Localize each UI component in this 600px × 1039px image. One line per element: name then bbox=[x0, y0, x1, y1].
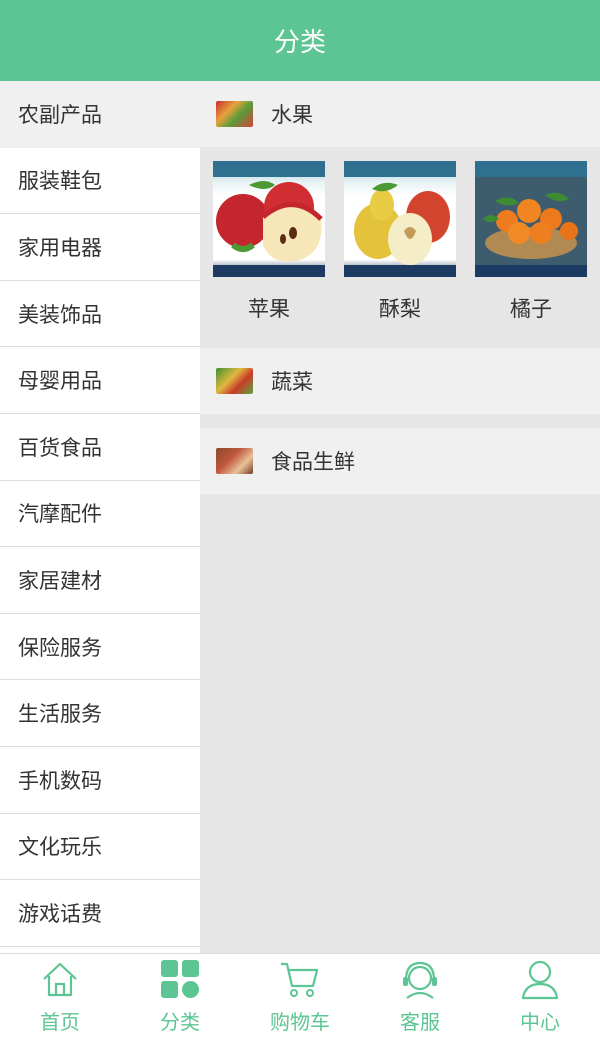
orange-image bbox=[475, 161, 587, 277]
tab-label: 客服 bbox=[400, 1010, 440, 1034]
pear-image bbox=[344, 161, 456, 277]
sidebar-item-label: 生活服务 bbox=[18, 702, 102, 727]
product-card-pear[interactable]: 酥梨 bbox=[344, 161, 456, 323]
home-icon bbox=[43, 962, 77, 997]
sidebar-item-baby[interactable]: 母婴用品 bbox=[0, 347, 200, 414]
tab-home[interactable]: 首页 bbox=[0, 954, 120, 1039]
top-header: 分类 bbox=[0, 0, 600, 81]
category-label: 水果 bbox=[271, 103, 313, 127]
category-label: 蔬菜 bbox=[271, 370, 313, 394]
sidebar-item-groceries[interactable]: 百货食品 bbox=[0, 413, 200, 481]
category-label: 食品生鲜 bbox=[271, 450, 355, 474]
sidebar-item-agricultural[interactable]: 农副产品 bbox=[0, 81, 200, 148]
page-title: 分类 bbox=[273, 28, 326, 58]
sidebar-item-label: 美装饰品 bbox=[18, 302, 102, 327]
apple-image bbox=[213, 161, 325, 277]
tab-label: 中心 bbox=[520, 1010, 560, 1034]
product-grid: 苹果 酥梨 橘子 bbox=[200, 147, 600, 348]
sidebar-item-label: 文化玩乐 bbox=[18, 835, 102, 860]
category-content: 水果 苹果 酥梨 橘子 蔬菜 食品生鲜 bbox=[200, 81, 600, 953]
sidebar-item-label: 家居建材 bbox=[18, 568, 102, 593]
tab-customer-service[interactable]: 客服 bbox=[360, 954, 480, 1039]
sidebar-item-appliances[interactable]: 家用电器 bbox=[0, 214, 200, 281]
sidebar-item-label: 母婴用品 bbox=[18, 369, 102, 394]
sidebar-item-auto-parts[interactable]: 汽摩配件 bbox=[0, 480, 200, 548]
sidebar-item-insurance[interactable]: 保险服务 bbox=[0, 613, 200, 681]
product-card-apple[interactable]: 苹果 bbox=[213, 161, 325, 323]
category-row-vegetable[interactable]: 蔬菜 bbox=[200, 348, 600, 414]
sidebar-item-label: 手机数码 bbox=[18, 768, 102, 793]
sidebar-item-game-topup[interactable]: 游戏话费 bbox=[0, 880, 200, 947]
sidebar-item-label: 农副产品 bbox=[18, 103, 102, 128]
tab-label: 购物车 bbox=[270, 1010, 330, 1034]
sidebar-item-digital[interactable]: 手机数码 bbox=[0, 746, 200, 814]
product-card-orange[interactable]: 橘子 bbox=[475, 161, 587, 323]
tab-user-center[interactable]: 中心 bbox=[480, 954, 600, 1039]
sidebar-item-label: 服装鞋包 bbox=[18, 169, 102, 194]
product-label: 橘子 bbox=[510, 297, 552, 321]
tab-label: 分类 bbox=[160, 1010, 200, 1034]
category-divider bbox=[200, 414, 600, 428]
user-icon bbox=[521, 960, 559, 1000]
product-label: 酥梨 bbox=[379, 297, 421, 321]
sidebar-item-label: 保险服务 bbox=[18, 635, 102, 660]
sidebar-item-label: 游戏话费 bbox=[18, 901, 102, 926]
sidebar-item-entertainment[interactable]: 文化玩乐 bbox=[0, 813, 200, 881]
tab-cart[interactable]: 购物车 bbox=[240, 954, 360, 1039]
tab-category[interactable]: 分类 bbox=[120, 954, 240, 1039]
sidebar-item-label: 家用电器 bbox=[18, 235, 102, 260]
sidebar-item-label: 汽摩配件 bbox=[18, 502, 102, 527]
bottom-tabbar: 首页 分类 购物车 客服 中心 bbox=[0, 953, 600, 1039]
category-row-fruit[interactable]: 水果 bbox=[200, 81, 600, 147]
product-label: 苹果 bbox=[248, 297, 290, 321]
cart-icon bbox=[281, 962, 319, 997]
sidebar-item-apparel[interactable]: 服装鞋包 bbox=[0, 147, 200, 215]
tab-label: 首页 bbox=[40, 1010, 80, 1034]
sidebar-item-life-services[interactable]: 生活服务 bbox=[0, 680, 200, 747]
category-row-fresh-food[interactable]: 食品生鲜 bbox=[200, 428, 600, 494]
vegetable-thumbnail bbox=[216, 368, 253, 394]
customer-service-icon bbox=[403, 961, 437, 999]
fresh-food-thumbnail bbox=[216, 448, 253, 474]
category-icon bbox=[161, 960, 199, 998]
sidebar-item-label: 百货食品 bbox=[18, 435, 102, 460]
fruit-thumbnail bbox=[216, 101, 253, 127]
sidebar-item-beauty[interactable]: 美装饰品 bbox=[0, 280, 200, 348]
sidebar-item-home-building[interactable]: 家居建材 bbox=[0, 547, 200, 614]
category-sidebar[interactable]: 农副产品 服装鞋包 家用电器 美装饰品 母婴用品 百货食品 汽摩配件 家居建材 … bbox=[0, 81, 200, 953]
